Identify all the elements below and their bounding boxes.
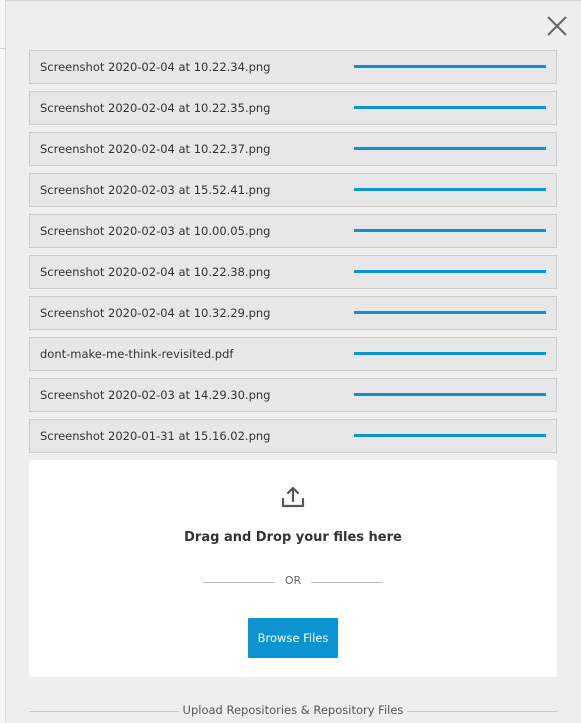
file-name: Screenshot 2020-02-03 at 15.52.41.png: [40, 183, 271, 197]
upload-progress-bar: [354, 434, 546, 437]
or-label: OR: [284, 574, 302, 587]
file-row: dont-make-me-think-revisited.pdf: [29, 337, 557, 371]
file-name: Screenshot 2020-02-04 at 10.32.29.png: [40, 306, 271, 320]
file-name: Screenshot 2020-01-31 at 15.16.02.png: [40, 429, 271, 443]
uploaded-file-list[interactable]: Screenshot 2020-02-04 at 10.22.34.png Sc…: [29, 50, 557, 460]
upload-progress-fill: [354, 311, 546, 314]
file-row: Screenshot 2020-02-04 at 10.22.35.png: [29, 91, 557, 125]
upload-progress-bar: [354, 352, 546, 355]
close-icon[interactable]: [545, 14, 569, 38]
file-row: Screenshot 2020-02-04 at 10.22.34.png: [29, 50, 557, 84]
divider-line: [311, 582, 383, 583]
upload-progress-bar: [354, 229, 546, 232]
file-row: Screenshot 2020-02-03 at 14.29.30.png: [29, 378, 557, 412]
file-name: Screenshot 2020-02-04 at 10.22.38.png: [40, 265, 271, 279]
upload-icon: [280, 484, 306, 510]
file-name: Screenshot 2020-02-04 at 10.22.35.png: [40, 101, 271, 115]
file-name: Screenshot 2020-02-04 at 10.22.34.png: [40, 60, 271, 74]
upload-progress-bar: [354, 270, 546, 273]
file-row: Screenshot 2020-02-04 at 10.22.38.png: [29, 255, 557, 289]
file-dropzone[interactable]: Drag and Drop your files here OR Browse …: [29, 460, 557, 677]
file-name: Screenshot 2020-02-03 at 14.29.30.png: [40, 388, 271, 402]
file-name: dont-make-me-think-revisited.pdf: [40, 347, 234, 361]
dropzone-instruction: Drag and Drop your files here: [184, 530, 402, 545]
upload-progress-bar: [354, 188, 546, 191]
upload-progress-fill: [354, 434, 546, 437]
upload-progress-fill: [354, 65, 546, 68]
file-name: Screenshot 2020-02-03 at 10.00.05.png: [40, 224, 271, 238]
browse-files-button[interactable]: Browse Files: [248, 618, 338, 658]
section-footer: Upload Repositories & Repository Files: [29, 701, 557, 721]
file-name: Screenshot 2020-02-04 at 10.22.37.png: [40, 142, 271, 156]
file-row: Screenshot 2020-02-04 at 10.32.29.png: [29, 296, 557, 330]
upload-dialog: Screenshot 2020-02-04 at 10.22.34.png Sc…: [6, 0, 581, 723]
or-divider: OR: [203, 573, 383, 591]
backdrop-divider: [0, 48, 5, 49]
upload-progress-fill: [354, 147, 546, 150]
file-row: Screenshot 2020-01-31 at 15.16.02.png: [29, 419, 557, 453]
section-title: Upload Repositories & Repository Files: [182, 703, 404, 717]
upload-progress-bar: [354, 106, 546, 109]
divider-line: [407, 711, 557, 712]
upload-progress-bar: [354, 147, 546, 150]
upload-progress-fill: [354, 188, 546, 191]
upload-progress-bar: [354, 311, 546, 314]
upload-progress-fill: [354, 106, 546, 109]
upload-progress-bar: [354, 65, 546, 68]
upload-progress-fill: [354, 393, 546, 396]
upload-progress-fill: [354, 229, 546, 232]
file-row: Screenshot 2020-02-03 at 15.52.41.png: [29, 173, 557, 207]
upload-progress-bar: [354, 393, 546, 396]
file-row: Screenshot 2020-02-03 at 10.00.05.png: [29, 214, 557, 248]
upload-progress-fill: [354, 270, 546, 273]
upload-progress-fill: [354, 352, 546, 355]
file-row: Screenshot 2020-02-04 at 10.22.37.png: [29, 132, 557, 166]
